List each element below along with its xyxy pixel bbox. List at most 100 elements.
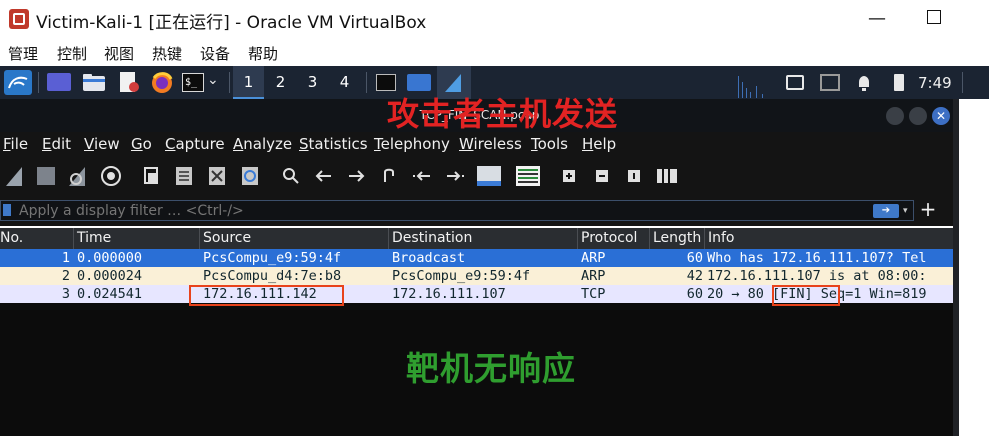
display-icon[interactable] [786,75,804,90]
packet-cell-time: 0.024541 [77,286,143,302]
auto-scroll-icon[interactable] [476,164,502,188]
workspace-2[interactable]: 2 [265,66,296,99]
col-header-source[interactable]: Source [199,228,388,249]
host-menu-view[interactable]: 视图 [104,43,134,64]
packet-cell-source: PcsCompu_e9:59:4f [203,250,342,266]
packet-row[interactable]: 2 0.000024 PcsCompu_d4:7e:b8 PcsCompu_e9:59… [0,267,959,285]
host-menu-manage[interactable]: 管理 [8,43,38,64]
packet-cell-length: 60 [686,250,703,266]
main-toolbar [0,156,959,196]
menu-help[interactable]: Help [582,135,616,153]
kali-menu-icon[interactable] [4,70,32,95]
start-capture-icon[interactable] [3,164,27,188]
host-menu-devices[interactable]: 设备 [200,43,230,64]
packet-cell-no: 3 [61,286,70,302]
terminal-icon[interactable]: $_ [182,73,204,92]
workspace-3[interactable]: 3 [297,66,328,99]
workspace-1[interactable]: 1 [233,66,264,99]
menu-tools[interactable]: Tools [531,135,568,153]
menu-wireless[interactable]: Wireless [459,135,522,153]
packet-cell-info: 172.16.111.107 is at 08:00: [707,268,927,284]
packet-cell-source: PcsCompu_d4:7e:b8 [203,268,342,284]
apply-filter-arrow-icon[interactable]: ➔ [873,204,899,218]
packet-cell-destination: 172.16.111.107 [392,286,506,302]
bell-icon[interactable] [856,74,872,92]
packet-cell-time: 0.000000 [77,250,143,266]
text-editor-icon[interactable] [117,71,141,93]
host-title-bar: Victim-Kali-1 [正在运行] - Oracle VM Virtual… [0,0,989,38]
close-file-icon[interactable] [205,164,229,188]
host-menu-hotkeys[interactable]: 热键 [152,43,182,64]
annotation-target-no-response: 靶机无响应 [406,349,576,388]
cpu-graph-icon [738,76,763,98]
fin-flag-highlight-box [772,285,840,306]
packet-cell-no: 1 [61,250,70,266]
zoom-out-icon[interactable] [590,164,614,188]
go-back-icon[interactable] [312,164,336,188]
menu-view[interactable]: View [84,135,120,153]
source-ip-highlight-box [189,285,344,306]
show-desktop-icon[interactable] [47,73,71,91]
display-filter-input[interactable] [19,201,619,220]
menu-analyze[interactable]: Analyze [233,135,292,153]
col-header-time[interactable]: Time [73,228,199,249]
capture-options-icon[interactable] [99,164,123,188]
reload-file-icon[interactable] [238,164,262,188]
go-forward-icon[interactable] [344,164,368,188]
menu-capture[interactable]: Capture [165,135,225,153]
packet-cell-protocol: ARP [581,268,606,284]
resize-columns-icon[interactable] [655,164,679,188]
workspace-4[interactable]: 4 [329,66,360,99]
host-window-title: Victim-Kali-1 [正在运行] - Oracle VM Virtual… [36,13,427,33]
packet-row[interactable]: 1 0.000000 PcsCompu_e9:59:4f Broadcast ARP 60… [0,249,959,267]
colorize-icon[interactable] [515,164,541,188]
find-packet-icon[interactable] [279,164,303,188]
packet-cell-no: 2 [61,268,70,284]
normal-size-icon[interactable] [622,164,646,188]
packet-cell-length: 42 [686,268,703,284]
maximize-icon[interactable] [927,10,941,24]
packet-cell-destination: PcsCompu_e9:59:4f [392,268,531,284]
ws-maximize-icon[interactable] [909,107,927,125]
go-to-packet-icon[interactable] [377,164,401,188]
first-packet-icon[interactable] [410,164,434,188]
col-header-length[interactable]: Length [649,228,704,249]
packet-cell-destination: Broadcast [392,250,466,266]
menu-file[interactable]: File [3,135,28,153]
wireshark-menubar: File Edit View Go Capture Analyze Statis… [0,132,959,156]
host-menu-control[interactable]: 控制 [57,43,87,64]
filter-history-dropdown-icon[interactable]: ▾ [903,204,913,218]
last-packet-icon[interactable] [443,164,467,188]
chevron-down-icon[interactable]: ⌄ [207,70,221,95]
menu-go[interactable]: Go [131,135,152,153]
ws-close-icon[interactable]: ✕ [932,107,950,125]
clock[interactable]: 7:49 [918,74,952,92]
file-manager-icon[interactable] [82,72,106,92]
host-menu-help[interactable]: 帮助 [248,43,278,64]
menu-telephony[interactable]: Telephony [374,135,450,153]
col-header-protocol[interactable]: Protocol [577,228,649,249]
menu-statistics[interactable]: Statistics [299,135,368,153]
ws-minimize-icon[interactable] [886,107,904,125]
minimize-icon[interactable]: — [862,6,892,32]
display-filter-box: ➔ ▾ [0,200,914,221]
zoom-in-icon[interactable] [557,164,581,188]
host-menubar: 管理 控制 视图 热键 设备 帮助 [0,40,989,66]
packet-cell-protocol: TCP [581,286,606,302]
save-file-icon[interactable] [172,164,196,188]
network-disconnected-icon[interactable] [820,74,840,91]
col-header-info[interactable]: Info [704,228,959,249]
open-file-icon[interactable] [140,164,164,188]
packet-cell-length: 60 [686,286,703,302]
menu-edit[interactable]: Edit [42,135,71,153]
firefox-icon[interactable] [150,70,174,95]
add-filter-button[interactable]: + [918,197,938,221]
col-header-no[interactable]: No. [0,228,73,249]
vertical-scrollbar[interactable] [953,99,959,436]
restart-capture-icon[interactable] [66,164,90,188]
stop-capture-icon[interactable] [34,164,58,188]
col-header-destination[interactable]: Destination [388,228,577,249]
annotation-attacker-sends: 攻击者主机发送 [387,95,619,133]
packet-cell-time: 0.000024 [77,268,143,284]
filter-bookmark-icon[interactable] [3,204,11,216]
